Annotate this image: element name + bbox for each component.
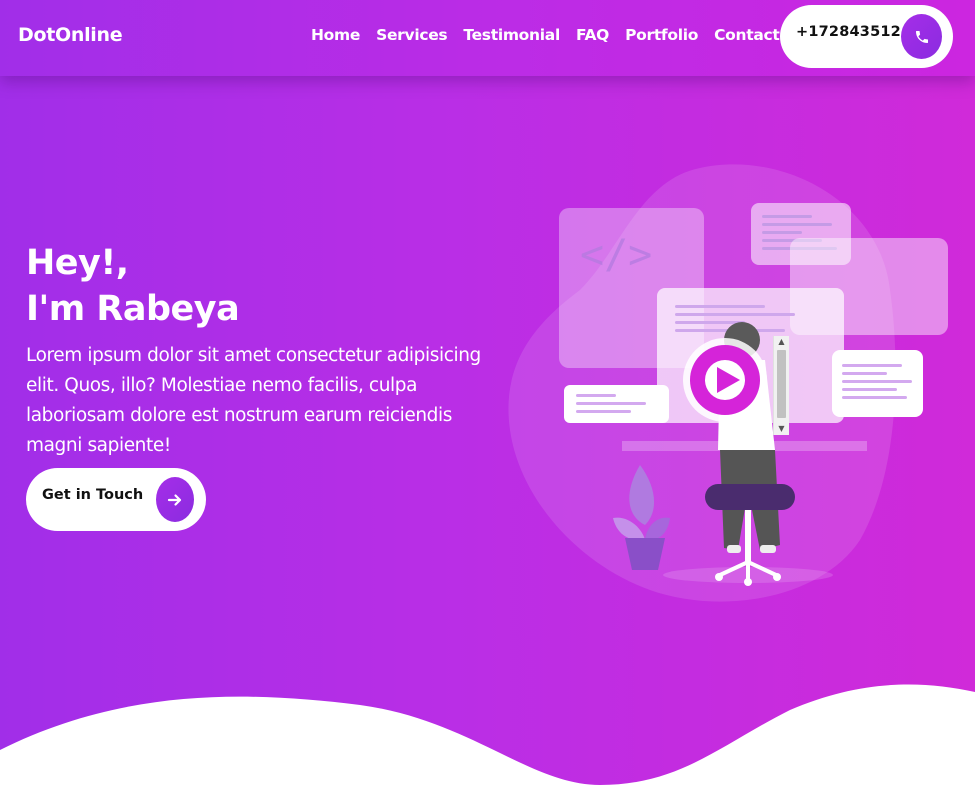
phone-contact-button[interactable]: +172843512	[780, 5, 953, 68]
brand-logo[interactable]: DotOnline	[18, 24, 123, 46]
hero-section: </> Hey!, I'm Rabeya Lorem ipsum dolor s…	[0, 0, 975, 801]
nav-link-portfolio[interactable]: Portfolio	[625, 26, 698, 44]
play-icon	[683, 338, 767, 422]
nav-link-home[interactable]: Home	[311, 26, 360, 44]
hero-name: I'm Rabeya	[26, 289, 240, 329]
scroll-up-arrow-icon[interactable]: ▲	[774, 336, 789, 348]
hero-description: Lorem ipsum dolor sit amet consectetur a…	[26, 345, 481, 456]
nav-link-testimonial[interactable]: Testimonial	[463, 26, 560, 44]
phone-icon	[901, 14, 942, 59]
scroll-down-arrow-icon[interactable]: ▼	[774, 423, 789, 435]
nav-link-services[interactable]: Services	[376, 26, 448, 44]
video-scrollbar[interactable]: ▲ ▼	[773, 336, 789, 435]
main-nav: Home Services Testimonial FAQ Portfolio …	[311, 26, 796, 44]
get-in-touch-label: Get in Touch	[42, 487, 144, 503]
play-video-button[interactable]	[678, 336, 773, 424]
nav-link-contact[interactable]: Contact	[714, 26, 780, 44]
hero-greeting: Hey!,	[26, 243, 129, 283]
arrow-right-icon	[156, 477, 194, 522]
phone-number: +172843512	[796, 24, 901, 40]
get-in-touch-button[interactable]: Get in Touch	[26, 468, 206, 531]
nav-link-faq[interactable]: FAQ	[576, 26, 609, 44]
scroll-thumb[interactable]	[777, 350, 786, 418]
site-header: DotOnline Home Services Testimonial FAQ …	[0, 0, 975, 76]
hero-title: Hey!, I'm Rabeya	[26, 240, 240, 332]
